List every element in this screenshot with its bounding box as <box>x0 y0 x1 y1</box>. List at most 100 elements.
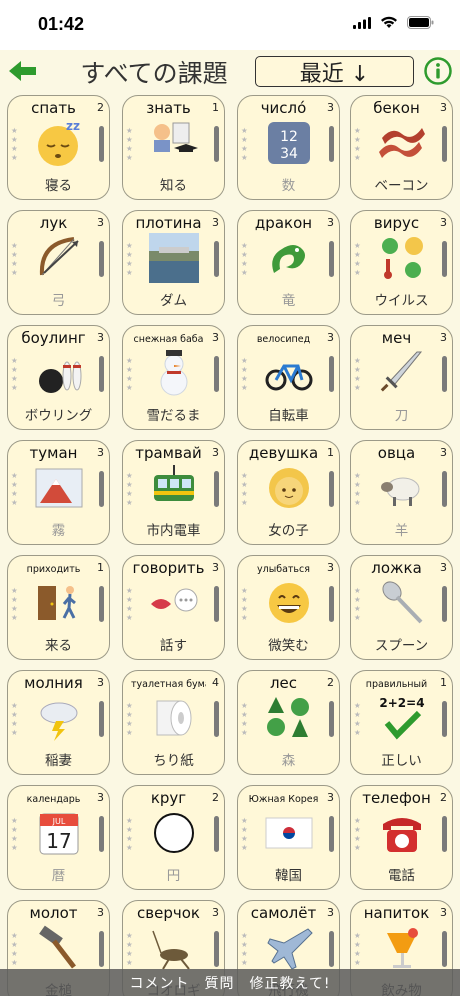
task-card[interactable]: календарь 3 ★ ★ ★ ★ JUL 17 暦 <box>7 785 110 890</box>
girl-icon <box>254 463 323 513</box>
task-card[interactable]: дракон 3 ★ ★ ★ ★ 竜 <box>237 210 340 315</box>
progress-bar <box>329 701 334 737</box>
task-card[interactable]: бекон 3 ★ ★ ★ ★ ベーコン <box>350 95 453 200</box>
card-reading: 寝る <box>45 178 72 194</box>
card-reading: ダム <box>160 293 187 309</box>
lips-speech-icon <box>139 578 208 628</box>
card-count: 3 <box>212 906 219 919</box>
task-card[interactable]: число́ 3 ★ ★ ★ ★ 12 34 数 <box>237 95 340 200</box>
bacon-icon <box>367 118 436 168</box>
foggy-mountain-icon <box>24 463 93 513</box>
task-card[interactable]: говорить 3 ★ ★ ★ ★ 話す <box>122 555 225 660</box>
rating-stars-icon: ★ ★ ★ ★ <box>241 471 248 507</box>
task-card[interactable]: приходить 1 ★ ★ ★ ★ 来る <box>7 555 110 660</box>
card-count: 3 <box>440 216 447 229</box>
card-word: овца <box>377 444 416 462</box>
snowman-icon <box>139 348 208 398</box>
rating-stars-icon: ★ ★ ★ ★ <box>126 471 133 507</box>
card-word: дракон <box>254 214 313 232</box>
sort-button[interactable]: 最近 ↓ <box>255 56 414 87</box>
card-count: 3 <box>327 906 334 919</box>
rating-stars-icon: ★ ★ ★ ★ <box>126 126 133 162</box>
card-count: 3 <box>212 331 219 344</box>
card-reading: ウイルス <box>374 293 429 309</box>
card-reading: 市内電車 <box>146 523 201 539</box>
task-card[interactable]: меч 3 ★ ★ ★ ★ 刀 <box>350 325 453 430</box>
progress-bar <box>329 586 334 622</box>
rating-stars-icon: ★ ★ ★ ★ <box>241 701 248 737</box>
nav-bar: すべての課題 最近 ↓ <box>0 50 460 95</box>
task-card[interactable]: круг 2 ★ ★ ★ ★ 円 <box>122 785 225 890</box>
circle-icon <box>139 808 208 858</box>
card-reading: 微笑む <box>268 638 309 654</box>
rating-stars-icon: ★ ★ ★ ★ <box>241 586 248 622</box>
progress-bar <box>329 816 334 852</box>
card-reading: 暦 <box>51 868 66 884</box>
task-card[interactable]: туалетная бумага 4 ★★★★ ちり紙 <box>122 670 225 775</box>
card-word: бекон <box>373 99 420 117</box>
info-icon[interactable] <box>424 57 452 85</box>
airplane-icon <box>254 923 323 973</box>
rating-stars-icon: ★ ★ ★ ★ <box>354 471 361 507</box>
task-card[interactable]: молния 3 ★ ★ ★ ★ 稲妻 <box>7 670 110 775</box>
card-word: меч <box>381 329 412 347</box>
cricket-icon <box>139 923 208 973</box>
card-word: боулинг <box>21 329 86 347</box>
card-count: 1 <box>327 446 334 459</box>
task-card[interactable]: улыбаться 3 ★ ★ ★ ★ 微笑む <box>237 555 340 660</box>
rating-stars-icon: ★ ★ ★ ★ <box>11 126 18 162</box>
card-reading: 弓 <box>51 293 66 309</box>
rating-stars-icon: ★ ★ ★ ★ <box>354 816 361 852</box>
spoon-icon <box>367 578 436 628</box>
rating-stars-icon: ★ ★ ★ ★ <box>241 356 248 392</box>
card-reading: 竜 <box>281 293 296 309</box>
teacher-books-icon <box>139 118 208 168</box>
card-word: улыбаться <box>257 564 310 575</box>
task-card[interactable]: снежная баба 3 ★ ★ ★ ★ 雪だるま <box>122 325 225 430</box>
card-word: молния <box>24 674 83 692</box>
task-card[interactable]: вирус 3 ★ ★ ★ ★ ウイルス <box>350 210 453 315</box>
card-word: ложка <box>371 559 422 577</box>
rating-stars-icon: ★ ★ ★ ★ <box>241 816 248 852</box>
card-word: туман <box>29 444 78 462</box>
card-word: плотина <box>135 214 202 232</box>
task-card[interactable]: Южная Корея 3 ★ ★ ★ ★ 韓国 <box>237 785 340 890</box>
hammer-icon <box>24 923 93 973</box>
task-card[interactable]: знать 1 ★ ★ ★ ★ 知る <box>122 95 225 200</box>
task-card[interactable]: велосипед 3 ★ ★ ★ ★ 自転車 <box>237 325 340 430</box>
rating-stars-icon: ★ ★ ★ ★ <box>126 931 133 967</box>
task-card[interactable]: ложка 3 ★ ★ ★ ★ スプーン <box>350 555 453 660</box>
rating-stars-icon: ★ ★ ★ ★ <box>241 931 248 967</box>
card-word: туалетная бумага <box>131 679 206 690</box>
card-word: снежная баба <box>133 334 204 345</box>
task-card[interactable]: овца 3 ★ ★ ★ ★ 羊 <box>350 440 453 545</box>
card-count: 3 <box>440 331 447 344</box>
bow-arrow-icon <box>24 233 93 283</box>
card-count: 4 <box>212 676 219 689</box>
card-count: 2 <box>97 101 104 114</box>
bowling-icon <box>24 348 93 398</box>
forest-icon <box>254 693 323 743</box>
smiling-face-icon <box>254 578 323 628</box>
feedback-toast[interactable]: コメント 質問 修正教えて! <box>0 969 460 996</box>
task-card[interactable]: туман 3 ★ ★ ★ ★ 霧 <box>7 440 110 545</box>
back-arrow-icon[interactable] <box>9 59 37 83</box>
task-card[interactable]: боулинг 3 ★ ★ ★ ★ ボウリング <box>7 325 110 430</box>
card-count: 3 <box>212 446 219 459</box>
progress-bar <box>329 356 334 392</box>
rating-stars-icon: ★ ★ ★ ★ <box>354 356 361 392</box>
task-card[interactable]: плотина 3 ★ ★ ★ ★ ダム <box>122 210 225 315</box>
task-card[interactable]: лес 2 ★ ★ ★ ★ 森 <box>237 670 340 775</box>
task-card[interactable]: лук 3 ★ ★ ★ ★ 弓 <box>7 210 110 315</box>
card-count: 3 <box>97 216 104 229</box>
task-card[interactable]: трамвай 3 ★ ★ ★ ★ 市内電車 <box>122 440 225 545</box>
task-card[interactable]: девушка 1 ★ ★ ★ ★ 女の子 <box>237 440 340 545</box>
card-count: 3 <box>327 216 334 229</box>
card-reading: 韓国 <box>275 868 302 884</box>
task-card[interactable]: спать 2 ★ ★ ★ ★ zz 寝る <box>7 95 110 200</box>
task-card[interactable]: правильный 1 ★ ★ ★ ★ 2+2=4 正しい <box>350 670 453 775</box>
progress-bar <box>99 586 104 622</box>
card-reading: 霧 <box>51 523 66 539</box>
rating-stars-icon: ★ ★ ★ ★ <box>11 586 18 622</box>
task-card[interactable]: телефон 2 ★ ★ ★ ★ 電話 <box>350 785 453 890</box>
